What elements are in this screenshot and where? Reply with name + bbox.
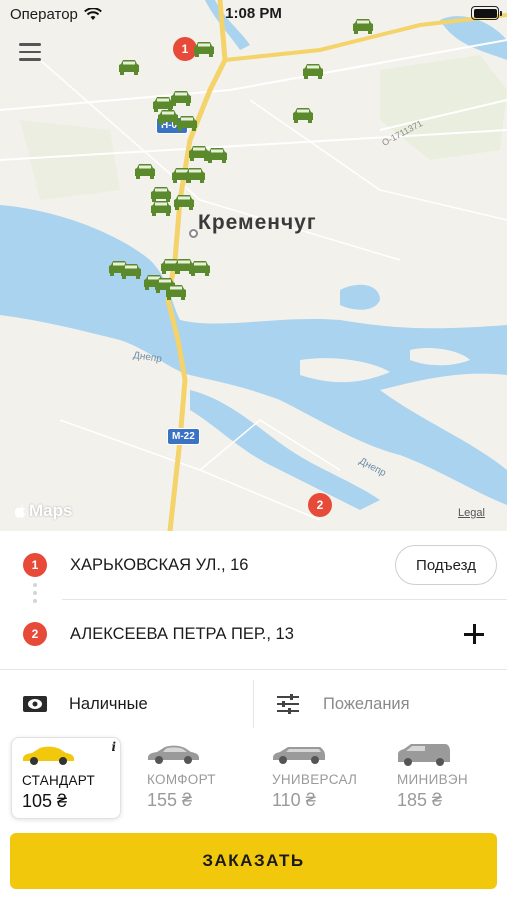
options-bar: Наличные Пожелания bbox=[0, 669, 507, 737]
car-marker-icon bbox=[206, 146, 228, 164]
sliders-icon bbox=[277, 694, 299, 714]
city-marker-icon bbox=[189, 229, 198, 238]
map-pin-destination[interactable]: 2 bbox=[308, 493, 332, 517]
car-marker-icon bbox=[134, 162, 156, 180]
hamburger-line bbox=[19, 58, 41, 61]
cash-icon bbox=[23, 696, 47, 712]
route-panel: 1 ХАРЬКОВСКАЯ УЛ., 16 Подъезд 2 АЛЕКСЕЕВ… bbox=[0, 531, 507, 669]
apple-maps-logo: Maps bbox=[13, 501, 72, 521]
tariff-minivan[interactable]: МИНИВЭН 185 ₴ bbox=[387, 737, 497, 819]
maps-brand-text: Maps bbox=[29, 501, 73, 520]
road-tag-m22: М-22 bbox=[167, 428, 200, 445]
tariff-comfort[interactable]: КОМФОРТ 155 ₴ bbox=[137, 737, 247, 819]
tariff-name: МИНИВЭН bbox=[397, 772, 468, 787]
sedan-icon bbox=[23, 746, 74, 765]
route-to-address: АЛЕКСЕЕВА ПЕТРА ПЕР., 13 bbox=[70, 624, 294, 643]
route-from-row[interactable]: 1 ХАРЬКОВСКАЯ УЛ., 16 Подъезд bbox=[0, 531, 507, 599]
plus-icon[interactable] bbox=[463, 623, 485, 645]
tariff-price: 110 ₴ bbox=[272, 790, 316, 810]
entrance-button[interactable]: Подъезд bbox=[395, 545, 497, 585]
sedan-icon bbox=[148, 745, 199, 764]
tariff-price: 185 ₴ bbox=[397, 790, 443, 810]
hamburger-line bbox=[19, 43, 41, 46]
car-marker-icon bbox=[302, 62, 324, 80]
map-background bbox=[0, 0, 507, 531]
options-separator bbox=[253, 680, 254, 728]
tariff-standard[interactable]: i СТАНДАРТ 105 ₴ bbox=[11, 737, 121, 819]
tariff-selector: i СТАНДАРТ 105 ₴ КОМФОРТ 155 ₴ УНИВЕРСАЛ… bbox=[0, 737, 507, 823]
car-marker-icon bbox=[150, 199, 172, 217]
car-marker-icon bbox=[184, 166, 206, 184]
tariff-price: 155 ₴ bbox=[147, 790, 193, 810]
wishes-option[interactable]: Пожелания bbox=[276, 670, 410, 738]
car-marker-icon bbox=[118, 58, 140, 76]
route-to-row[interactable]: 2 АЛЕКСЕЕВА ПЕТРА ПЕР., 13 bbox=[0, 600, 507, 668]
city-label: Кременчуг bbox=[198, 211, 317, 234]
car-marker-icon bbox=[120, 262, 142, 280]
tariff-name: СТАНДАРТ bbox=[22, 773, 96, 788]
hamburger-line bbox=[19, 50, 41, 54]
apple-icon bbox=[15, 504, 25, 518]
car-marker-icon bbox=[193, 40, 215, 58]
payment-option[interactable]: Наличные bbox=[22, 670, 148, 738]
tariff-universal[interactable]: УНИВЕРСАЛ 110 ₴ bbox=[262, 737, 372, 819]
menu-button[interactable] bbox=[8, 32, 52, 72]
payment-label: Наличные bbox=[69, 694, 148, 713]
map-view[interactable]: Н-08 М-22 О-1711371 Кременчуг Днепр Днеп… bbox=[0, 0, 507, 531]
wishes-label: Пожелания bbox=[323, 694, 410, 713]
car-marker-icon bbox=[170, 89, 192, 107]
tariff-price: 105 ₴ bbox=[22, 791, 68, 811]
tariff-name: КОМФОРТ bbox=[147, 772, 216, 787]
info-icon[interactable]: i bbox=[111, 740, 116, 754]
battery-icon bbox=[471, 6, 502, 20]
status-time: 1:08 PM bbox=[225, 5, 282, 22]
status-bar: Оператор 1:08 PM bbox=[0, 0, 507, 28]
minivan-icon bbox=[398, 744, 450, 766]
car-marker-icon bbox=[173, 193, 195, 211]
car-marker-icon bbox=[292, 106, 314, 124]
car-marker-icon bbox=[189, 259, 211, 277]
app-root: Н-08 М-22 О-1711371 Кременчуг Днепр Днеп… bbox=[0, 0, 507, 900]
tariff-name: УНИВЕРСАЛ bbox=[272, 772, 358, 787]
route-to-number: 2 bbox=[23, 622, 47, 646]
order-button[interactable]: ЗАКАЗАТЬ bbox=[10, 833, 497, 889]
car-marker-icon bbox=[176, 114, 198, 132]
car-marker-icon bbox=[165, 283, 187, 301]
wagon-icon bbox=[273, 747, 325, 764]
route-from-number: 1 bbox=[23, 553, 47, 577]
legal-link[interactable]: Legal bbox=[458, 507, 485, 519]
route-from-address: ХАРЬКОВСКАЯ УЛ., 16 bbox=[70, 555, 249, 574]
